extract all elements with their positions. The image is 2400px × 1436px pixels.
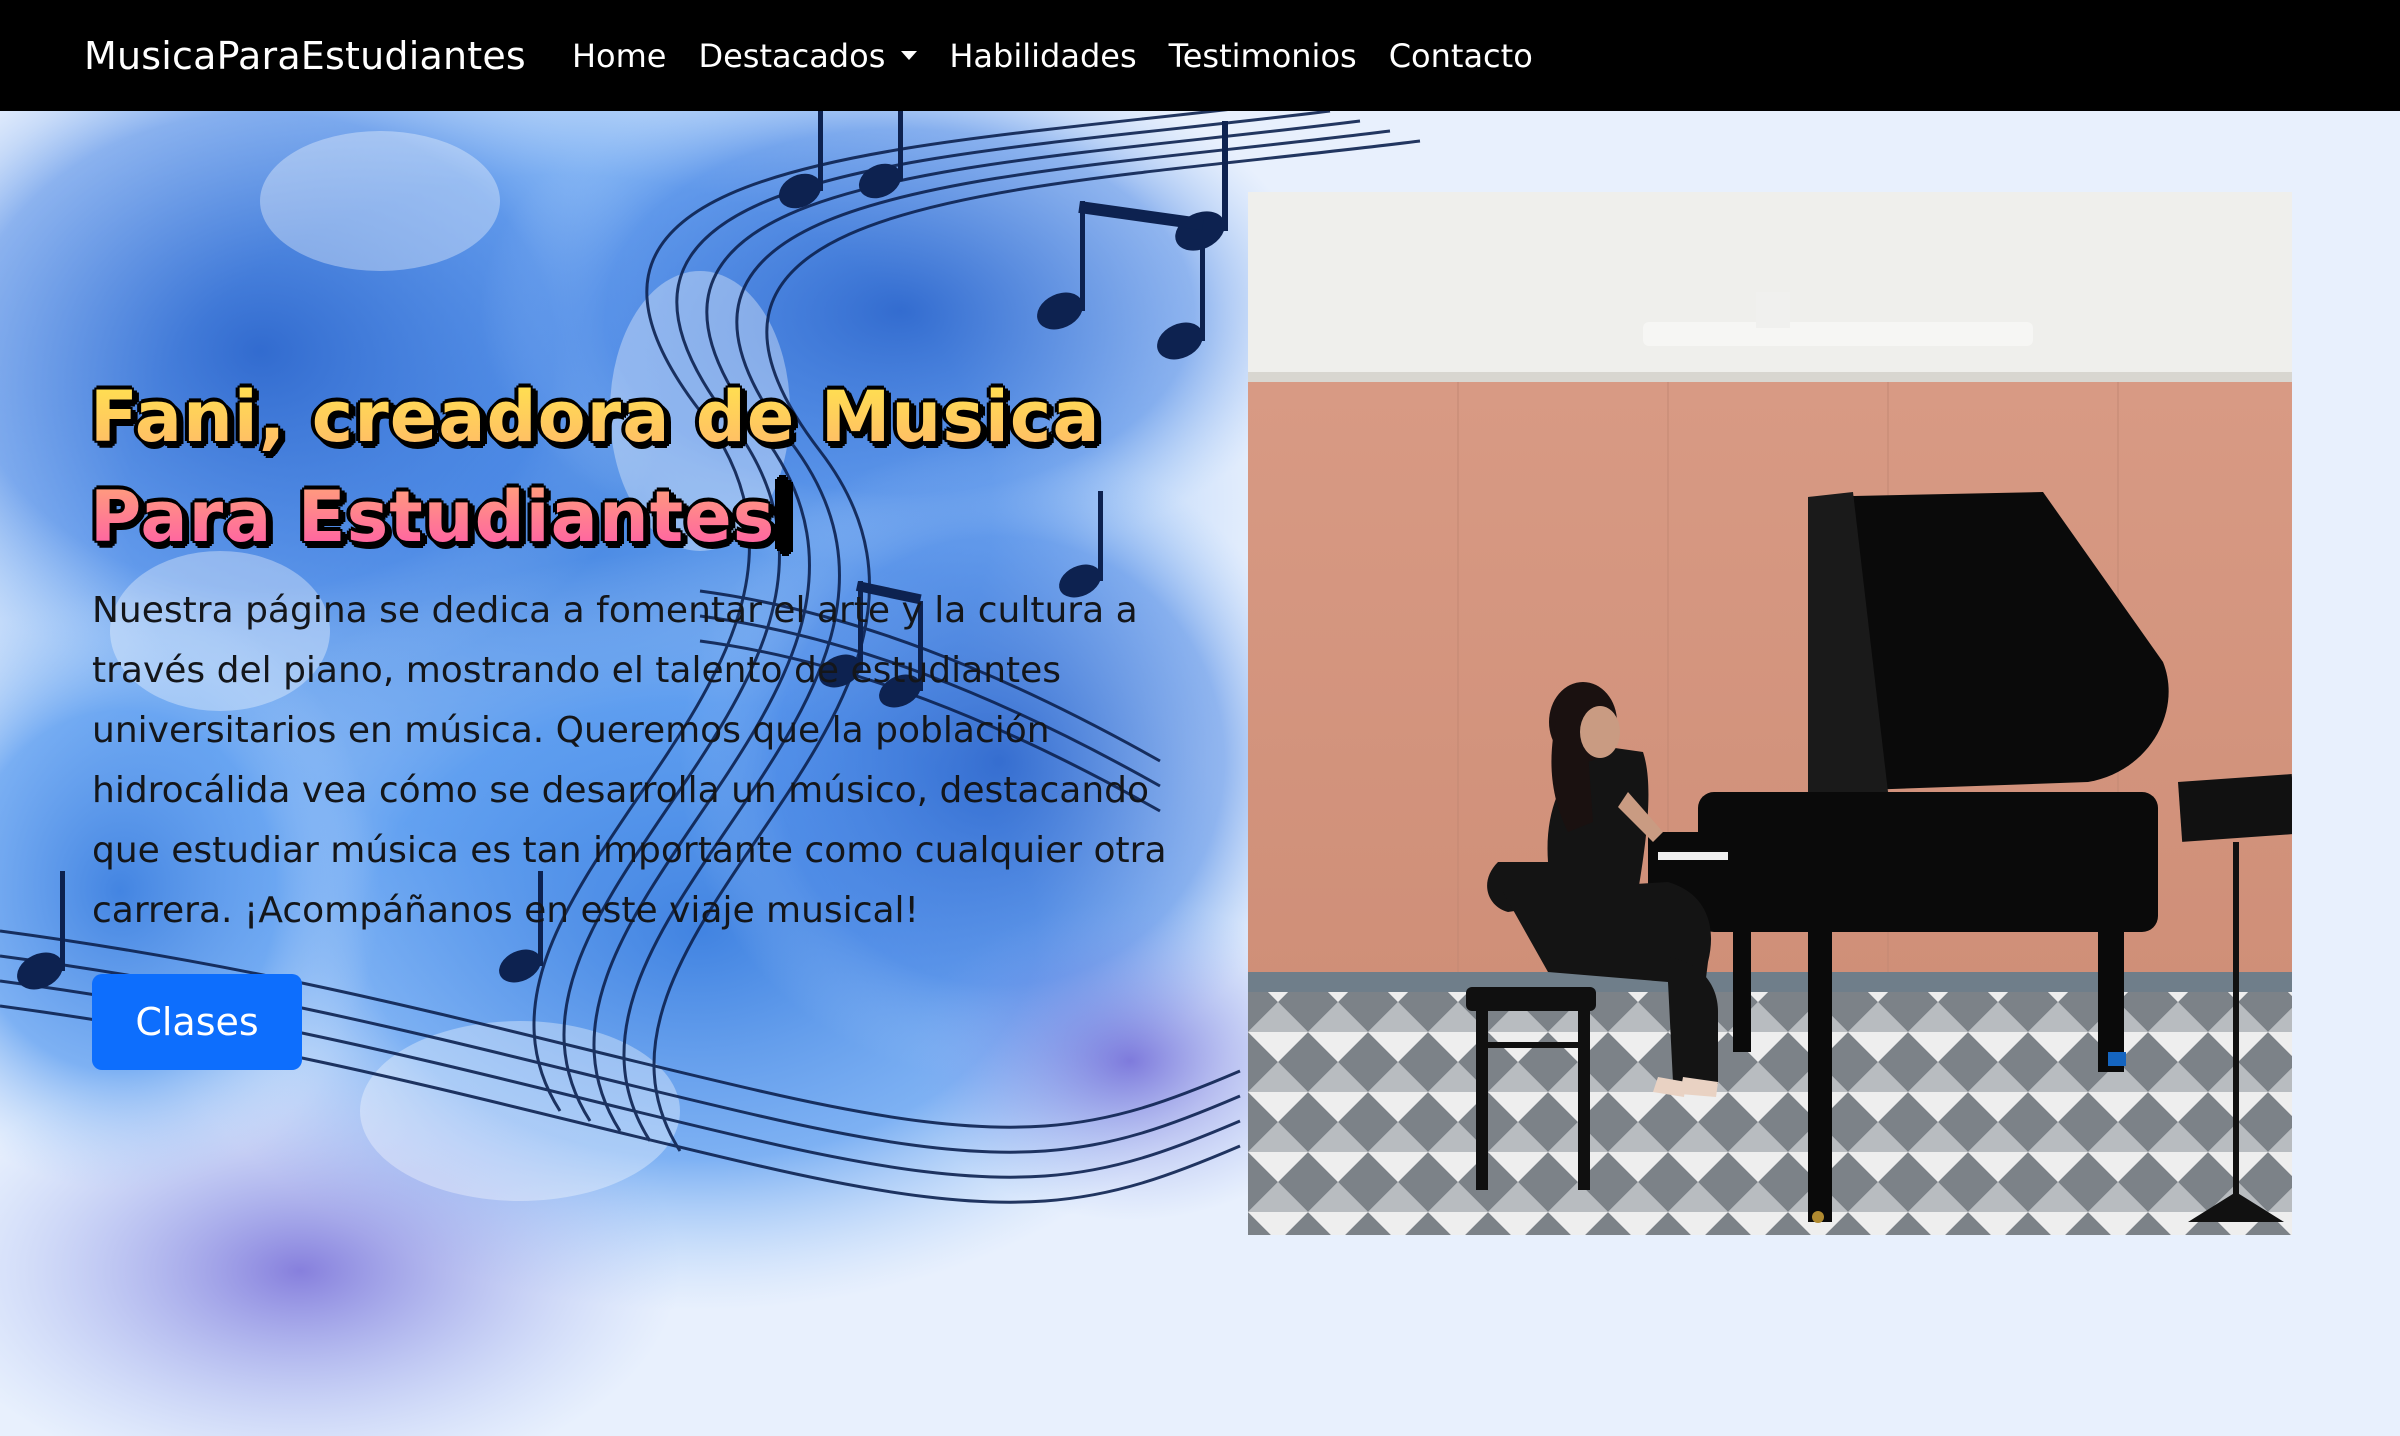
nav-habilidades-label: Habilidades bbox=[949, 36, 1137, 75]
nav-testimonios[interactable]: Testimonios bbox=[1169, 37, 1357, 75]
nav-habilidades[interactable]: Habilidades bbox=[949, 37, 1136, 75]
hero-headline: Fani, creadora de Musica Para Estudiantes bbox=[90, 367, 1190, 567]
nav-contacto-label: Contacto bbox=[1388, 36, 1533, 75]
hero-headline-line2: Para Estudiantes bbox=[90, 476, 776, 558]
hero-description: Nuestra página se dedica a fomentar el a… bbox=[92, 590, 1167, 931]
nav-home-label: Home bbox=[571, 36, 667, 75]
nav-home[interactable]: Home bbox=[572, 37, 667, 75]
clases-button[interactable]: Clases bbox=[92, 974, 302, 1070]
piano-photo bbox=[1248, 192, 2292, 1235]
brand-link[interactable]: MusicaParaEstudiantes bbox=[84, 34, 526, 78]
nav-testimonios-label: Testimonios bbox=[1168, 36, 1357, 75]
hero-section: Fani, creadora de Musica Para Estudiantes… bbox=[0, 111, 2400, 1436]
chevron-down-icon bbox=[901, 51, 918, 60]
hero-headline-line1: Fani, creadora de Musica bbox=[90, 376, 1101, 458]
typing-cursor bbox=[779, 479, 787, 549]
nav-contacto[interactable]: Contacto bbox=[1389, 37, 1533, 75]
piano-photo-illustration bbox=[1248, 192, 2292, 1235]
navbar: MusicaParaEstudiantes Home Destacados Ha… bbox=[0, 0, 2400, 111]
nav-destacados-dropdown[interactable]: Destacados bbox=[698, 36, 918, 75]
nav-destacados-label: Destacados bbox=[698, 36, 886, 75]
